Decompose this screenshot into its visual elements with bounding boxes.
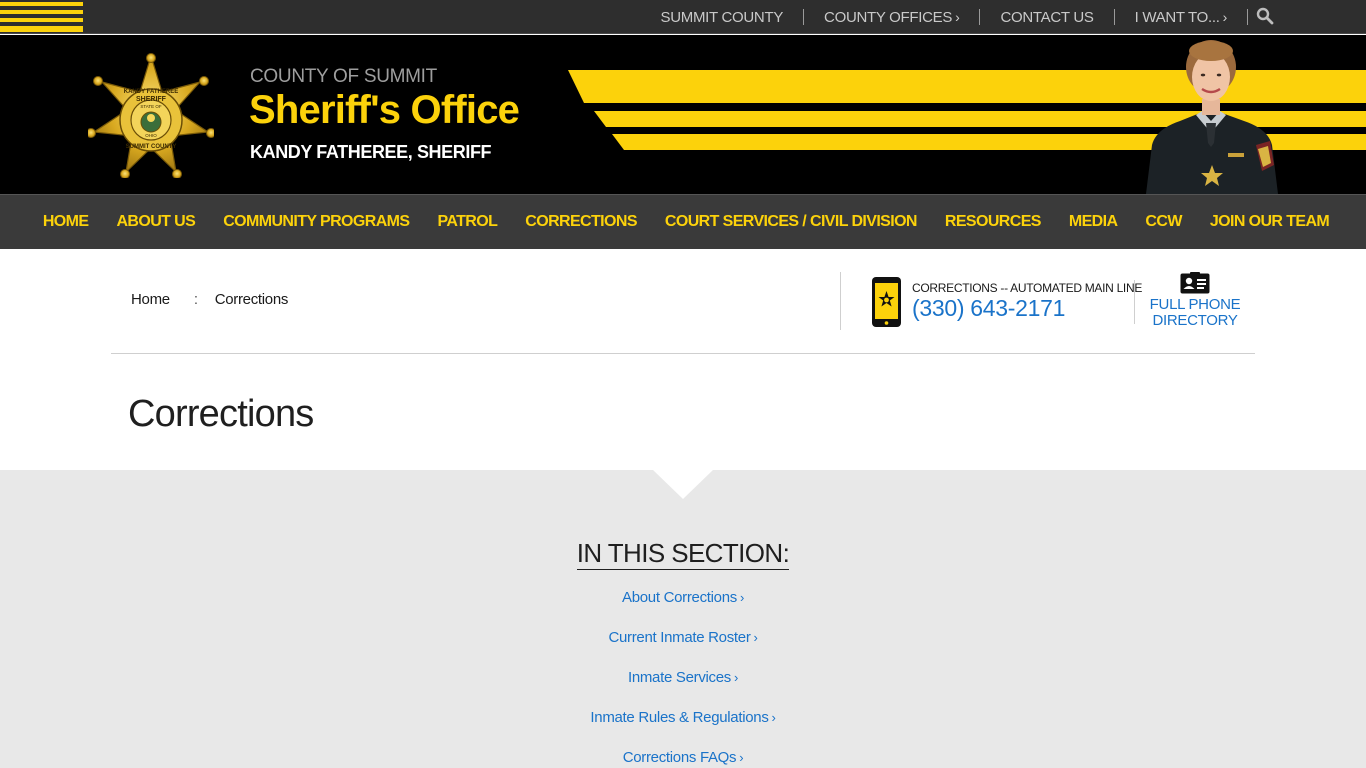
nav-item-ccw[interactable]: CCW xyxy=(1131,213,1195,231)
section-link-inmate-rules[interactable]: Inmate Rules & Regulations › xyxy=(590,709,775,726)
chevron-right-icon: › xyxy=(739,590,744,605)
utility-link-i-want-to[interactable]: I WANT TO... › xyxy=(1115,9,1247,26)
utility-links: SUMMIT COUNTY COUNTY OFFICES › CONTACT US… xyxy=(641,0,1248,34)
search-icon[interactable] xyxy=(1256,7,1274,25)
nav-item-resources[interactable]: RESOURCES xyxy=(931,213,1055,231)
utility-link-contact-us[interactable]: CONTACT US xyxy=(980,9,1113,26)
breadcrumb-current: Corrections xyxy=(214,291,289,308)
utility-divider xyxy=(1247,9,1248,25)
nav-item-patrol[interactable]: PATROL xyxy=(423,213,511,231)
divider xyxy=(1134,280,1135,324)
divider xyxy=(840,272,841,330)
directory-line-2: DIRECTORY xyxy=(1152,312,1238,329)
chevron-right-icon: › xyxy=(739,750,744,765)
breadcrumb-separator: : xyxy=(193,291,198,308)
chevron-right-icon: › xyxy=(753,630,758,645)
section-heading-wrap: IN THIS SECTION: xyxy=(0,538,1366,570)
corrections-phone-link[interactable]: (330) 643-2171 xyxy=(912,295,1065,322)
utility-link-county-offices[interactable]: COUNTY OFFICES › xyxy=(804,9,979,26)
section-link-item: Inmate Rules & Regulations › xyxy=(0,708,1366,748)
section-links: About Corrections › Current Inmate Roster… xyxy=(0,588,1366,768)
nav-item-home[interactable]: HOME xyxy=(29,213,103,231)
main-navigation: HOME ABOUT US COMMUNITY PROGRAMS PATROL … xyxy=(0,194,1366,249)
svg-text:OHIO: OHIO xyxy=(145,133,157,138)
svg-text:STATE OF: STATE OF xyxy=(140,104,162,109)
brand-county-name: COUNTY OF SUMMIT xyxy=(250,66,437,87)
page-title: Corrections xyxy=(128,393,314,435)
sheriff-portrait xyxy=(1146,40,1278,194)
section-link-inmate-roster[interactable]: Current Inmate Roster › xyxy=(608,629,757,646)
brand-stripes xyxy=(0,0,83,34)
chevron-right-icon: › xyxy=(1222,9,1228,25)
section-link-corrections-faqs[interactable]: Corrections FAQs › xyxy=(623,749,744,766)
nav-item-corrections[interactable]: CORRECTIONS xyxy=(511,213,651,231)
full-phone-directory-link[interactable]: FULL PHONE DIRECTORY xyxy=(1148,297,1242,329)
chevron-right-icon: › xyxy=(734,670,739,685)
site-title[interactable]: Sheriff's Office xyxy=(249,88,520,133)
horizontal-rule xyxy=(111,353,1255,354)
nav-item-about-us[interactable]: ABOUT US xyxy=(102,213,209,231)
nav-item-media[interactable]: MEDIA xyxy=(1055,213,1132,231)
nav-item-join-our-team[interactable]: JOIN OUR TEAM xyxy=(1196,213,1343,231)
breadcrumb-home[interactable]: Home xyxy=(131,291,170,308)
phone-line-label: CORRECTIONS -- AUTOMATED MAIN LINE xyxy=(912,281,1143,295)
utility-link-summit-county[interactable]: SUMMIT COUNTY xyxy=(641,9,804,26)
sheriff-badge-logo[interactable]: KANDY FATHEREE SHERIFF STATE OF OHIO SUM… xyxy=(88,52,214,178)
contact-card-icon xyxy=(1180,272,1210,294)
section-link-item: Current Inmate Roster › xyxy=(0,628,1366,668)
nav-item-court-services[interactable]: COURT SERVICES / CIVIL DIVISION xyxy=(651,213,931,231)
site-header: KANDY FATHEREE SHERIFF STATE OF OHIO SUM… xyxy=(0,35,1366,194)
breadcrumb: Home : Corrections xyxy=(131,291,288,308)
section-link-item: Corrections FAQs › xyxy=(0,748,1366,768)
section-heading: IN THIS SECTION: xyxy=(576,538,790,570)
sheriff-name: KANDY FATHEREE, SHERIFF xyxy=(250,142,492,162)
chevron-right-icon: › xyxy=(955,9,960,25)
svg-text:SUMMIT COUNTY: SUMMIT COUNTY xyxy=(126,144,177,150)
section-pointer xyxy=(653,470,713,499)
utility-bar: SUMMIT COUNTY COUNTY OFFICES › CONTACT US… xyxy=(0,0,1366,34)
nav-item-community-programs[interactable]: COMMUNITY PROGRAMS xyxy=(209,213,423,231)
mobile-phone-icon xyxy=(872,277,901,327)
section-link-item: About Corrections › xyxy=(0,588,1366,628)
svg-text:KANDY FATHEREE: KANDY FATHEREE xyxy=(124,89,178,95)
chevron-right-icon: › xyxy=(771,710,776,725)
directory-line-1: FULL PHONE xyxy=(1149,296,1241,313)
section-link-about-corrections[interactable]: About Corrections › xyxy=(622,589,744,606)
svg-text:SHERIFF: SHERIFF xyxy=(136,96,167,103)
section-link-inmate-services[interactable]: Inmate Services › xyxy=(628,669,738,686)
section-link-item: Inmate Services › xyxy=(0,668,1366,708)
